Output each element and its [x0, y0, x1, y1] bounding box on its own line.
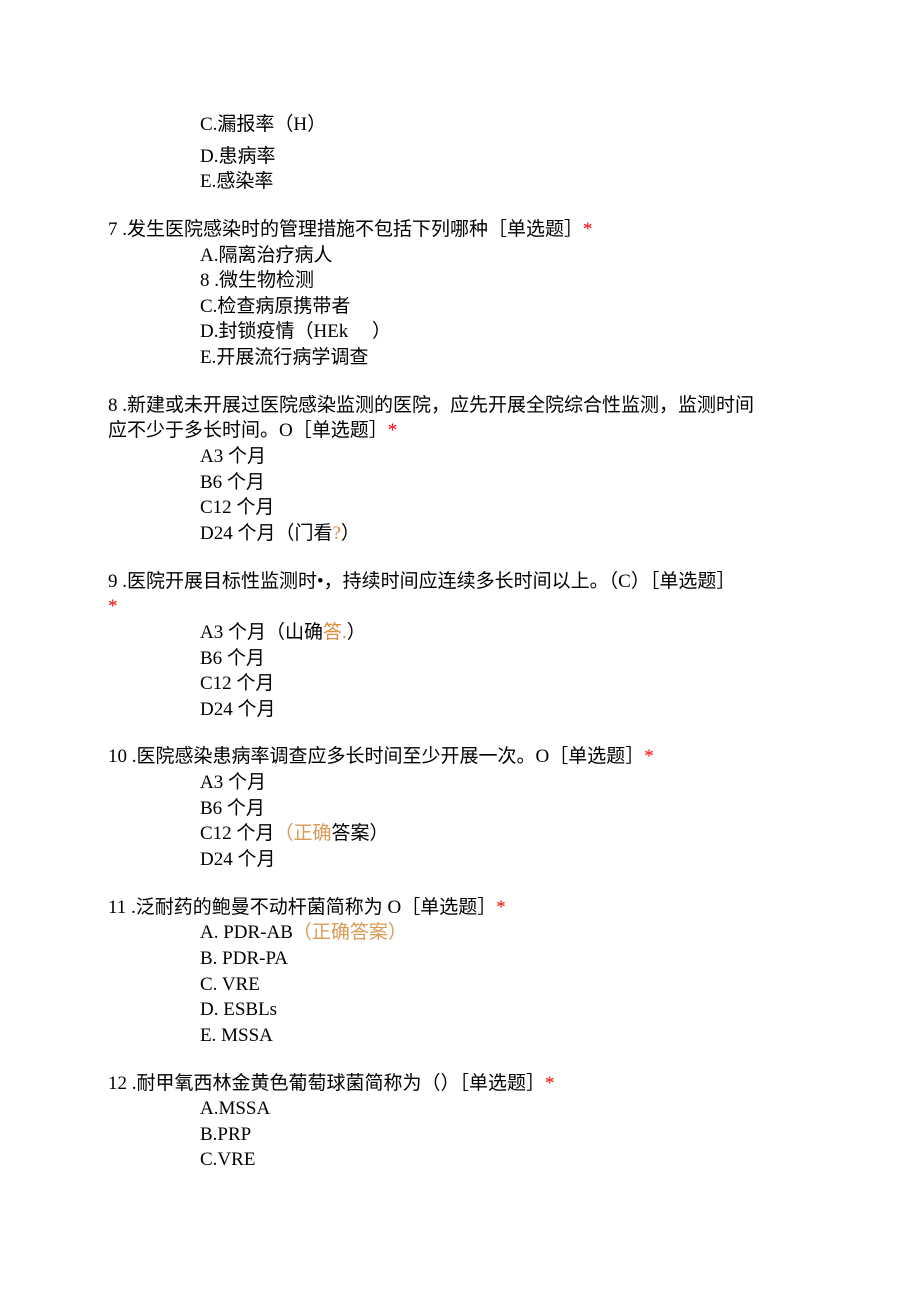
q8-stem-line1: 8 .新建或未开展过医院感染监测的医院，应先开展全院综合性监测，监测时间 [108, 393, 812, 419]
q10-c-pre: C12 个月 [200, 823, 274, 844]
q9-stem-line2: * [108, 594, 812, 620]
q9-option-c: C12 个月 [108, 671, 812, 697]
q8-d-pre: D24 个月（门看 [200, 523, 332, 544]
q10-c-post: 答案） [331, 823, 388, 844]
asterisk-icon: * [644, 746, 654, 767]
q10-option-c: C12 个月（正确答案） [108, 821, 812, 847]
q10-stem-text: 10 .医院感染患病率调查应多长时间至少开展一次。O［单选题］ [108, 746, 644, 767]
q10-option-d: D24 个月 [108, 847, 812, 873]
q7-stem-text: 7 .发生医院感染时的管理措施不包括下列哪种［单选题］ [108, 219, 583, 240]
prelude-option-c: C.漏报率（H） [108, 112, 812, 138]
q7-option-d: D.封锁疫情（HEk ） [108, 319, 812, 345]
q8-stem-line2: 应不少于多长时间。O［单选题］* [108, 418, 812, 444]
q10-option-a: A3 个月 [108, 770, 812, 796]
q8-option-b: B6 个月 [108, 470, 812, 496]
q11-a-orange: （正确答案） [293, 922, 407, 943]
q9-option-b: B6 个月 [108, 646, 812, 672]
q12-stem: 12 .耐甲氧西林金黄色葡萄球菌简称为（）［单选题］* [108, 1071, 812, 1097]
q8-d-post: ） [341, 523, 360, 544]
q11-stem: 11 .泛耐药的鲍曼不动杆菌简称为 O［单选题］* [108, 895, 812, 921]
document-page: C.漏报率（H） D.患病率 E.感染率 7 .发生医院感染时的管理措施不包括下… [0, 0, 920, 1301]
q11-option-b: B. PDR-PA [108, 946, 812, 972]
q9-a-orange: 答. [323, 622, 347, 643]
prelude-option-d: D.患病率 [108, 144, 812, 170]
q11-stem-text: 11 .泛耐药的鲍曼不动杆菌简称为 O［单选题］ [108, 897, 496, 918]
q11-a-pre: A. PDR-AB [200, 922, 293, 943]
q12-option-b: B.PRP [108, 1122, 812, 1148]
asterisk-icon: * [545, 1073, 555, 1094]
q10-c-orange: （正确 [274, 823, 331, 844]
q12-option-c: C.VRE [108, 1147, 812, 1173]
q12-stem-text: 12 .耐甲氧西林金黄色葡萄球菌简称为（）［单选题］ [108, 1073, 545, 1094]
q7-stem: 7 .发生医院感染时的管理措施不包括下列哪种［单选题］* [108, 217, 812, 243]
q8-d-orange: ? [332, 523, 340, 544]
q9-option-d: D24 个月 [108, 697, 812, 723]
q7-option-c: C.检查病原携带者 [108, 294, 812, 320]
q7-option-b: 8 .微生物检测 [108, 268, 812, 294]
q11-option-d: D. ESBLs [108, 997, 812, 1023]
q8-option-a: A3 个月 [108, 444, 812, 470]
asterisk-icon: * [583, 219, 593, 240]
q11-option-c: C. VRE [108, 972, 812, 998]
q8-stem2-text: 应不少于多长时间。O［单选题］ [108, 420, 388, 441]
q7-option-a: A.隔离治疗病人 [108, 243, 812, 269]
q9-option-a: A3 个月（山确答.） [108, 620, 812, 646]
q11-option-e: E. MSSA [108, 1023, 812, 1049]
asterisk-icon: * [496, 897, 506, 918]
q12-option-a: A.MSSA [108, 1096, 812, 1122]
asterisk-icon: * [108, 596, 118, 617]
q9-a-post: ） [347, 622, 366, 643]
prelude-option-e: E.感染率 [108, 169, 812, 195]
q11-option-a: A. PDR-AB（正确答案） [108, 920, 812, 946]
q9-stem-line1: 9 .医院开展目标性监测时•，持续时间应连续多长时间以上。（C）［单选题］ [108, 569, 812, 595]
q8-option-d: D24 个月（门看?） [108, 521, 812, 547]
asterisk-icon: * [388, 420, 398, 441]
q10-option-b: B6 个月 [108, 796, 812, 822]
q10-stem: 10 .医院感染患病率调查应多长时间至少开展一次。O［单选题］* [108, 744, 812, 770]
q9-a-pre: A3 个月（山确 [200, 622, 323, 643]
q8-option-c: C12 个月 [108, 495, 812, 521]
q7-option-e: E.开展流行病学调查 [108, 345, 812, 371]
